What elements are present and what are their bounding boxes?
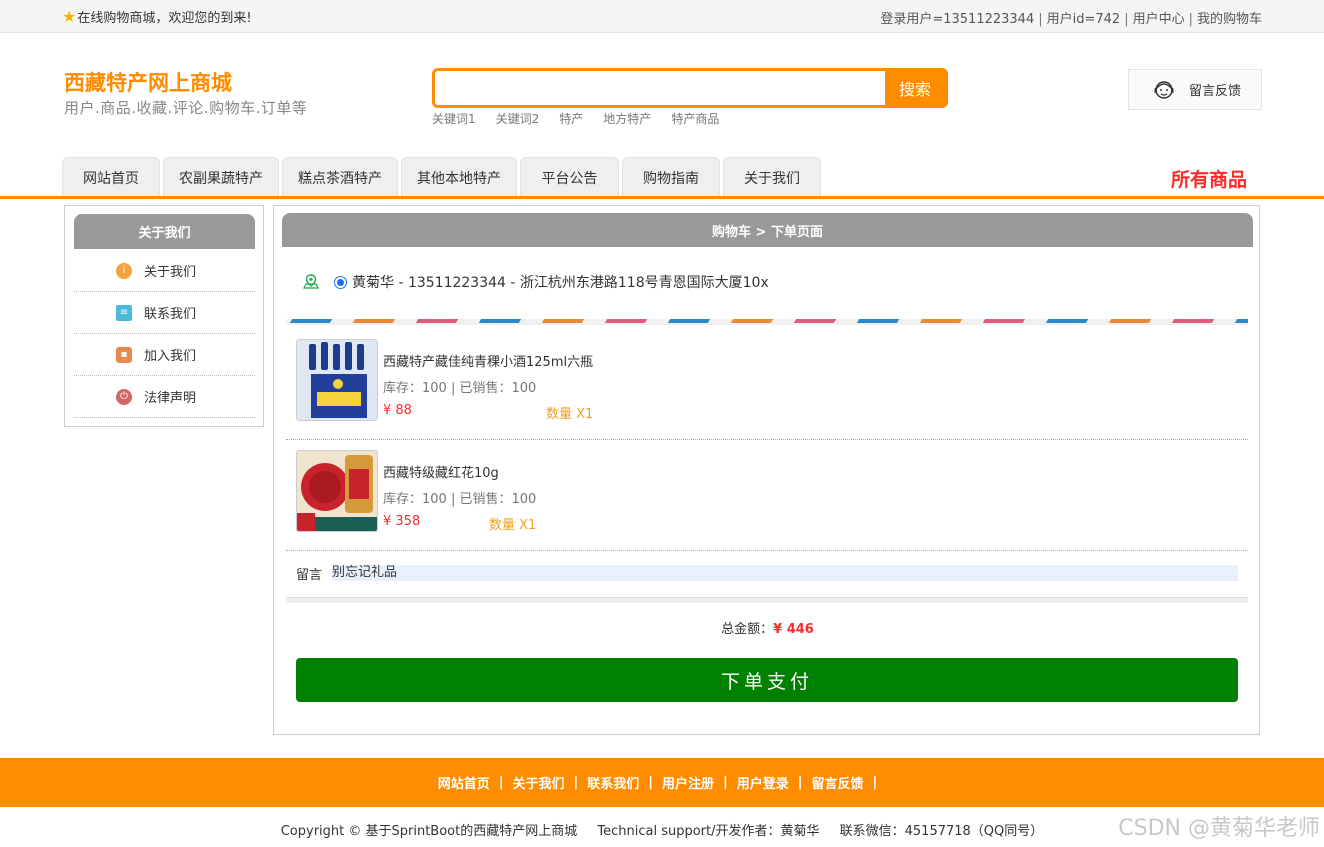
welcome-text: 在线购物商城，欢迎您的到来! — [77, 11, 252, 26]
footer-link-login[interactable]: 用户登录 — [737, 773, 789, 792]
customer-service-icon — [1154, 80, 1174, 99]
site-subtitle: 用户.商品.收藏.评论.购物车.订单等 — [64, 99, 308, 117]
keyword-link[interactable]: 特产 — [559, 110, 583, 127]
nav-tab-about[interactable]: 关于我们 — [723, 157, 821, 197]
info-icon: i — [116, 262, 132, 279]
sidebar-item-legal[interactable]: ⏻ 法律声明 — [74, 376, 255, 418]
main-nav: 网站首页 农副果蔬特产 糕点茶酒特产 其他本地特产 平台公告 购物指南 关于我们 — [62, 157, 821, 197]
support-text: Technical support/开发作者：黄菊华 — [597, 824, 820, 839]
nav-tab-produce[interactable]: 农副果蔬特产 — [163, 157, 279, 197]
message-label: 留言 — [296, 567, 323, 583]
order-total: 总金额：¥ 446 — [274, 618, 1261, 637]
search-input[interactable] — [435, 71, 887, 105]
nav-tab-pastry-tea-wine[interactable]: 糕点茶酒特产 — [282, 157, 398, 197]
order-message: 留言 别忘记礼品 — [296, 565, 1238, 583]
watermark: CSDN @黄菊华老师 — [1118, 816, 1320, 841]
my-cart-link[interactable]: 我的购物车 — [1197, 12, 1262, 27]
clipboard-icon: ≡ — [116, 304, 132, 321]
product-image[interactable] — [296, 339, 378, 421]
cart-item: 西藏特级藏红花10g 库存：100 | 已销售：100 ¥ 358 数量 X1 — [286, 440, 1248, 551]
address-text: 黄菊华 - 13511223344 - 浙江杭州东港路118号青恩国际大厦10x — [352, 275, 769, 291]
sidebar-item-label: 关于我们 — [144, 265, 197, 280]
product-price: ¥ 358 — [383, 514, 421, 529]
footer-link-home[interactable]: 网站首页 — [438, 773, 490, 792]
top-bar: ★ 在线购物商城，欢迎您的到来! 登录用户=13511223344 | 用户id=7… — [0, 0, 1324, 33]
nav-tab-other-local[interactable]: 其他本地特产 — [401, 157, 517, 197]
sidebar-item-label: 法律声明 — [144, 391, 197, 406]
total-label: 总金额： — [721, 622, 774, 637]
keyword-list: 关键词1 关键词2 特产 地方特产 特产商品 — [432, 110, 719, 127]
footer-link-contact[interactable]: 联系我们 — [587, 773, 639, 792]
search-button[interactable]: 搜索 — [885, 71, 945, 105]
message-input[interactable]: 别忘记礼品 — [332, 565, 1238, 581]
footer-link-register[interactable]: 用户注册 — [662, 773, 714, 792]
footer-link-feedback[interactable]: 留言反馈 — [812, 773, 864, 792]
star-icon: ★ — [62, 6, 77, 26]
product-name[interactable]: 西藏特产藏佳纯青稞小酒125ml六瓶 — [383, 351, 593, 370]
keyword-link[interactable]: 关键词1 — [432, 110, 476, 127]
copyright-text: Copyright © 基于SprintBoot的西藏特产网上商城 — [280, 824, 578, 839]
sidebar-title: 关于我们 — [74, 214, 255, 249]
sidebar-item-join[interactable]: ▪ 加入我们 — [74, 334, 255, 376]
total-amount: ¥ 446 — [773, 622, 814, 637]
nav-tab-announcement[interactable]: 平台公告 — [520, 157, 619, 197]
keyword-link[interactable]: 关键词2 — [496, 110, 540, 127]
location-icon — [303, 274, 319, 289]
breadcrumb: 购物车 > 下单页面 — [282, 213, 1253, 247]
welcome-message: ★ 在线购物商城，欢迎您的到来! — [62, 7, 252, 26]
order-panel: 购物车 > 下单页面 黄菊华 - 13511223344 - 浙江杭州东港路11… — [273, 205, 1260, 735]
login-user-text: 登录用户=13511223344 — [880, 12, 1035, 27]
feedback-label: 留言反馈 — [1189, 84, 1242, 99]
sidebar: 关于我们 i 关于我们 ≡ 联系我们 ▪ 加入我们 ⏻ 法律声明 — [64, 205, 264, 427]
product-price: ¥ 88 — [383, 403, 412, 418]
site-title[interactable]: 西藏特产网上商城 — [64, 67, 232, 97]
sidebar-item-contact[interactable]: ≡ 联系我们 — [74, 292, 255, 334]
all-goods-link[interactable]: 所有商品 — [1171, 165, 1247, 192]
address-option[interactable]: 黄菊华 - 13511223344 - 浙江杭州东港路118号青恩国际大厦10x — [302, 272, 769, 292]
user-links: 登录用户=13511223344 | 用户id=742 | 用户中心 | 我的购物车 — [880, 12, 1262, 27]
place-order-button[interactable]: 下单支付 — [296, 658, 1238, 702]
nav-tab-home[interactable]: 网站首页 — [62, 157, 160, 197]
search-box: 搜索 — [432, 68, 948, 108]
product-stock: 库存：100 | 已销售：100 — [383, 492, 537, 507]
user-id-text: 用户id=742 — [1046, 12, 1121, 27]
user-center-link[interactable]: 用户中心 — [1133, 12, 1185, 27]
message-divider — [286, 597, 1248, 603]
product-quantity: 数量 X1 — [546, 407, 594, 422]
power-icon: ⏻ — [116, 388, 132, 405]
envelope-border — [286, 319, 1248, 325]
cart-item: 西藏特产藏佳纯青稞小酒125ml六瓶 库存：100 | 已销售：100 ¥ 88… — [286, 329, 1248, 440]
product-stock: 库存：100 | 已销售：100 — [383, 381, 537, 396]
keyword-link[interactable]: 地方特产 — [603, 110, 651, 127]
contact-text: 联系微信：45157718（QQ同号） — [839, 824, 1044, 839]
nav-tab-guide[interactable]: 购物指南 — [622, 157, 720, 197]
footer-links: 网站首页 | 关于我们 | 联系我们 | 用户注册 | 用户登录 | 留言反馈 | — [0, 758, 1324, 807]
lock-icon: ▪ — [116, 346, 132, 363]
footer-link-about[interactable]: 关于我们 — [512, 773, 564, 792]
sidebar-item-label: 联系我们 — [144, 307, 197, 322]
feedback-button[interactable]: 留言反馈 — [1128, 69, 1262, 110]
nav-divider — [0, 196, 1324, 199]
sidebar-item-about[interactable]: i 关于我们 — [74, 250, 255, 292]
product-image[interactable] — [296, 450, 378, 532]
sidebar-item-label: 加入我们 — [144, 349, 197, 364]
product-name[interactable]: 西藏特级藏红花10g — [383, 462, 499, 481]
product-quantity: 数量 X1 — [489, 518, 537, 533]
keyword-link[interactable]: 特产商品 — [671, 110, 719, 127]
address-radio[interactable] — [334, 275, 347, 289]
